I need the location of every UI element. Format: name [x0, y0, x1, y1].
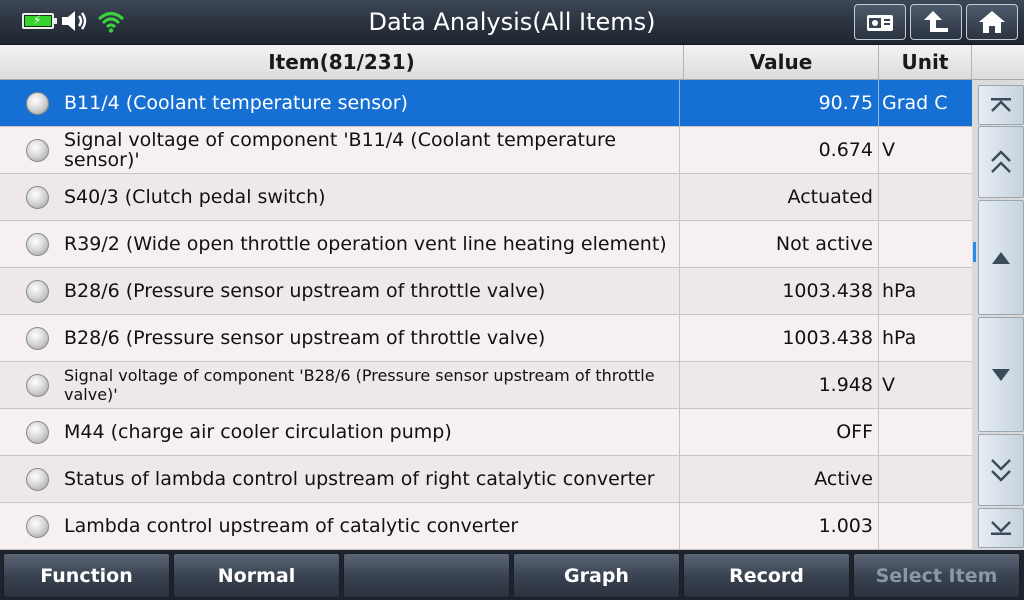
bottom-toolbar: Function Normal Graph Record Select Item — [0, 550, 1024, 600]
row-item: Signal voltage of component 'B28/6 (Pres… — [64, 362, 680, 408]
row-value: 90.75 — [818, 92, 873, 114]
row-radio[interactable] — [26, 186, 49, 209]
record-button[interactable]: Record — [683, 553, 850, 598]
table-row[interactable]: B11/4 (Coolant temperature sensor) 90.75… — [0, 80, 972, 127]
row-value: 1.948 — [818, 374, 873, 396]
table-row[interactable]: Signal voltage of component 'B28/6 (Pres… — [0, 362, 972, 409]
row-radio[interactable] — [26, 327, 49, 350]
row-radio[interactable] — [26, 421, 49, 444]
page-down-button[interactable] — [978, 434, 1024, 506]
data-list: B11/4 (Coolant temperature sensor) 90.75… — [0, 80, 972, 550]
row-value: OFF — [836, 421, 873, 443]
table-row[interactable]: Status of lambda control upstream of rig… — [0, 456, 972, 503]
row-item: B28/6 (Pressure sensor upstream of throt… — [64, 315, 680, 361]
home-button[interactable] — [966, 4, 1018, 40]
row-item: B11/4 (Coolant temperature sensor) — [64, 80, 680, 126]
table-row[interactable]: Signal voltage of component 'B11/4 (Cool… — [0, 127, 972, 174]
row-unit — [882, 503, 970, 549]
scroll-bottom-button[interactable] — [978, 508, 1024, 548]
scroll-top-button[interactable] — [978, 85, 1024, 125]
row-item: M44 (charge air cooler circulation pump) — [64, 409, 680, 455]
scroll-top-icon — [991, 98, 1011, 112]
row-item: B28/6 (Pressure sensor upstream of throt… — [64, 268, 680, 314]
table-row[interactable]: M44 (charge air cooler circulation pump)… — [0, 409, 972, 456]
graph-button[interactable]: Graph — [513, 553, 680, 598]
row-item: S40/3 (Clutch pedal switch) — [64, 174, 680, 220]
row-item: Status of lambda control upstream of rig… — [64, 456, 680, 502]
row-unit — [882, 221, 970, 267]
header-item[interactable]: Item(81/231) — [0, 45, 684, 80]
scroll-bottom-icon — [991, 521, 1011, 535]
row-unit: hPa — [882, 327, 917, 349]
scroll-panel — [972, 80, 1024, 550]
row-unit: V — [882, 139, 895, 161]
row-item: Lambda control upstream of catalytic con… — [64, 503, 680, 549]
scroll-up-button[interactable] — [978, 200, 1024, 315]
select-item-button[interactable]: Select Item — [853, 553, 1020, 598]
scroll-position-indicator — [973, 242, 976, 262]
row-item: Signal voltage of component 'B11/4 (Cool… — [64, 127, 680, 173]
table-row[interactable]: B28/6 (Pressure sensor upstream of throt… — [0, 315, 972, 362]
row-value: 1003.438 — [782, 280, 873, 302]
scroll-down-button[interactable] — [978, 317, 1024, 432]
normal-button[interactable]: Normal — [173, 553, 340, 598]
header-value[interactable]: Value — [684, 45, 879, 80]
row-value: 1003.438 — [782, 327, 873, 349]
row-value: Active — [814, 468, 873, 490]
row-radio[interactable] — [26, 280, 49, 303]
back-arrow-icon — [924, 11, 948, 32]
row-radio[interactable] — [26, 233, 49, 256]
header-unit[interactable]: Unit — [879, 45, 972, 80]
row-value: 1.003 — [818, 515, 873, 537]
row-unit — [882, 456, 970, 502]
screenshot-button[interactable] — [854, 4, 906, 40]
row-radio[interactable] — [26, 374, 49, 397]
table-header: Item(81/231) Value Unit — [0, 45, 1024, 80]
back-button[interactable] — [910, 4, 962, 40]
double-chevron-up-icon — [991, 150, 1011, 173]
row-unit — [882, 409, 970, 455]
table-row[interactable]: S40/3 (Clutch pedal switch) Actuated — [0, 174, 972, 221]
table-row[interactable]: Lambda control upstream of catalytic con… — [0, 503, 972, 550]
table-row[interactable]: B28/6 (Pressure sensor upstream of throt… — [0, 268, 972, 315]
home-icon — [979, 11, 1005, 33]
row-unit: V — [882, 374, 895, 396]
row-radio[interactable] — [26, 92, 49, 115]
page-up-button[interactable] — [978, 126, 1024, 198]
row-radio[interactable] — [26, 515, 49, 538]
row-value: 0.674 — [818, 139, 873, 161]
header-blank — [972, 45, 1024, 80]
camera-icon — [867, 15, 893, 31]
title-bar: ⚡ Data Analysis(All Items) — [0, 0, 1024, 45]
row-item: R39/2 (Wide open throttle operation vent… — [64, 221, 680, 267]
row-radio[interactable] — [26, 139, 49, 162]
triangle-down-icon — [992, 368, 1010, 381]
row-value: Not active — [775, 233, 873, 255]
triangle-up-icon — [992, 251, 1010, 264]
row-unit: Grad C — [882, 92, 948, 114]
table-row[interactable]: R39/2 (Wide open throttle operation vent… — [0, 221, 972, 268]
double-chevron-down-icon — [991, 459, 1011, 482]
row-unit — [882, 174, 970, 220]
row-unit: hPa — [882, 280, 917, 302]
row-radio[interactable] — [26, 468, 49, 491]
function-button[interactable]: Function — [3, 553, 170, 598]
empty-button[interactable] — [343, 553, 510, 598]
row-value: Actuated — [787, 186, 873, 208]
